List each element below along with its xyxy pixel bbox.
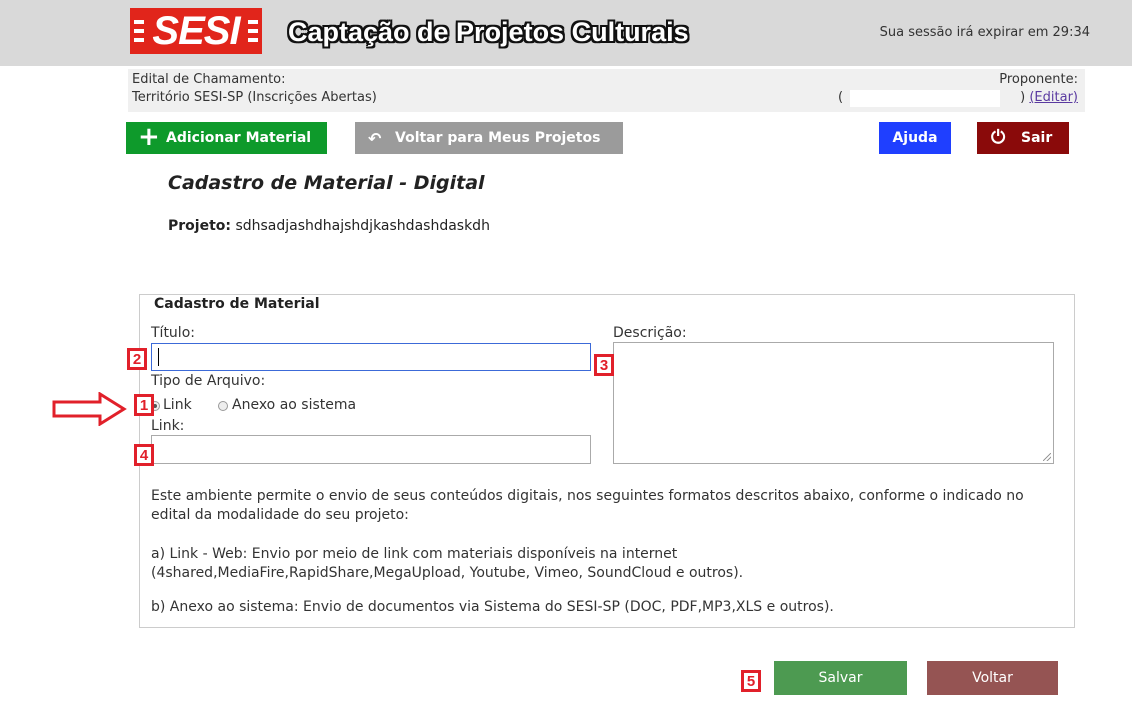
proponente-name-redacted — [850, 90, 1000, 107]
page-title: Cadastro de Material - Digital — [168, 172, 485, 194]
save-button[interactable]: Salvar — [774, 661, 907, 695]
app-title: Captação de Projetos Culturais — [288, 17, 689, 47]
resize-grip-icon[interactable] — [1043, 453, 1051, 461]
annotation-marker-1: 1 — [134, 394, 154, 416]
annotation-marker-3: 3 — [594, 354, 614, 376]
help-button[interactable]: Ajuda — [879, 122, 951, 154]
titulo-input[interactable] — [151, 343, 591, 371]
add-material-label: Adicionar Material — [166, 130, 312, 146]
exit-label: Sair — [1021, 130, 1053, 146]
link-input[interactable] — [151, 435, 591, 464]
radio-anexo[interactable] — [218, 401, 228, 411]
edit-proponente-link[interactable]: (Editar) — [1029, 90, 1078, 105]
exit-button[interactable]: ⏻ Sair — [977, 122, 1069, 154]
descricao-label: Descrição: — [613, 325, 687, 341]
annotation-marker-2: 2 — [127, 348, 147, 370]
add-material-button[interactable]: + Adicionar Material — [126, 122, 327, 154]
voltar-button[interactable]: Voltar — [927, 661, 1058, 695]
project-label: Projeto: — [168, 218, 231, 234]
back-to-projects-label: Voltar para Meus Projetos — [395, 130, 601, 146]
plus-icon: + — [138, 122, 160, 152]
proponente-edit: ) (Editar) — [1020, 90, 1078, 105]
descricao-textarea[interactable] — [613, 342, 1054, 464]
edital-value: Território SESI-SP (Inscrições Abertas) — [132, 90, 377, 105]
back-to-projects-button[interactable]: ↶ Voltar para Meus Projetos — [355, 122, 623, 154]
radio-link-label[interactable]: Link — [163, 397, 192, 413]
annotation-marker-4: 4 — [134, 444, 154, 466]
proponente-paren-close: ) — [1020, 90, 1026, 105]
proponente-label: Proponente: — [999, 72, 1078, 87]
tipo-arquivo-label: Tipo de Arquivo: — [151, 373, 266, 389]
project-value: sdhsadjashdhajshdjkashdashdaskdh — [235, 218, 490, 234]
link-label: Link: — [151, 418, 185, 434]
help-item-a-line2: (4shared,MediaFire,RapidShare,MegaUpload… — [151, 565, 744, 581]
form-legend: Cadastro de Material — [151, 296, 323, 312]
help-item-b: b) Anexo ao sistema: Envio de documentos… — [151, 599, 834, 615]
sesi-logo: SESI — [130, 8, 262, 54]
session-timer: Sua sessão irá expirar em 29:34 — [879, 25, 1090, 40]
edital-info-bar: Edital de Chamamento: Território SESI-SP… — [128, 69, 1085, 112]
undo-icon: ↶ — [368, 129, 382, 148]
annotation-arrow-icon — [52, 392, 127, 426]
help-intro: Este ambiente permite o envio de seus co… — [151, 488, 1024, 523]
help-item-a-line1: a) Link - Web: Envio por meio de link co… — [151, 546, 678, 562]
annotation-marker-5: 5 — [741, 670, 761, 692]
top-header: SESI Captação de Projetos Culturais Sua … — [0, 0, 1132, 66]
project-info: Projeto: sdhsadjashdhajshdjkashdashdaskd… — [168, 218, 490, 234]
proponente-paren-open: ( — [838, 90, 844, 105]
titulo-label: Título: — [151, 325, 195, 341]
radio-anexo-label[interactable]: Anexo ao sistema — [232, 397, 356, 413]
edital-label: Edital de Chamamento: — [132, 72, 286, 87]
text-caret — [158, 348, 159, 366]
power-icon: ⏻ — [991, 127, 1006, 148]
